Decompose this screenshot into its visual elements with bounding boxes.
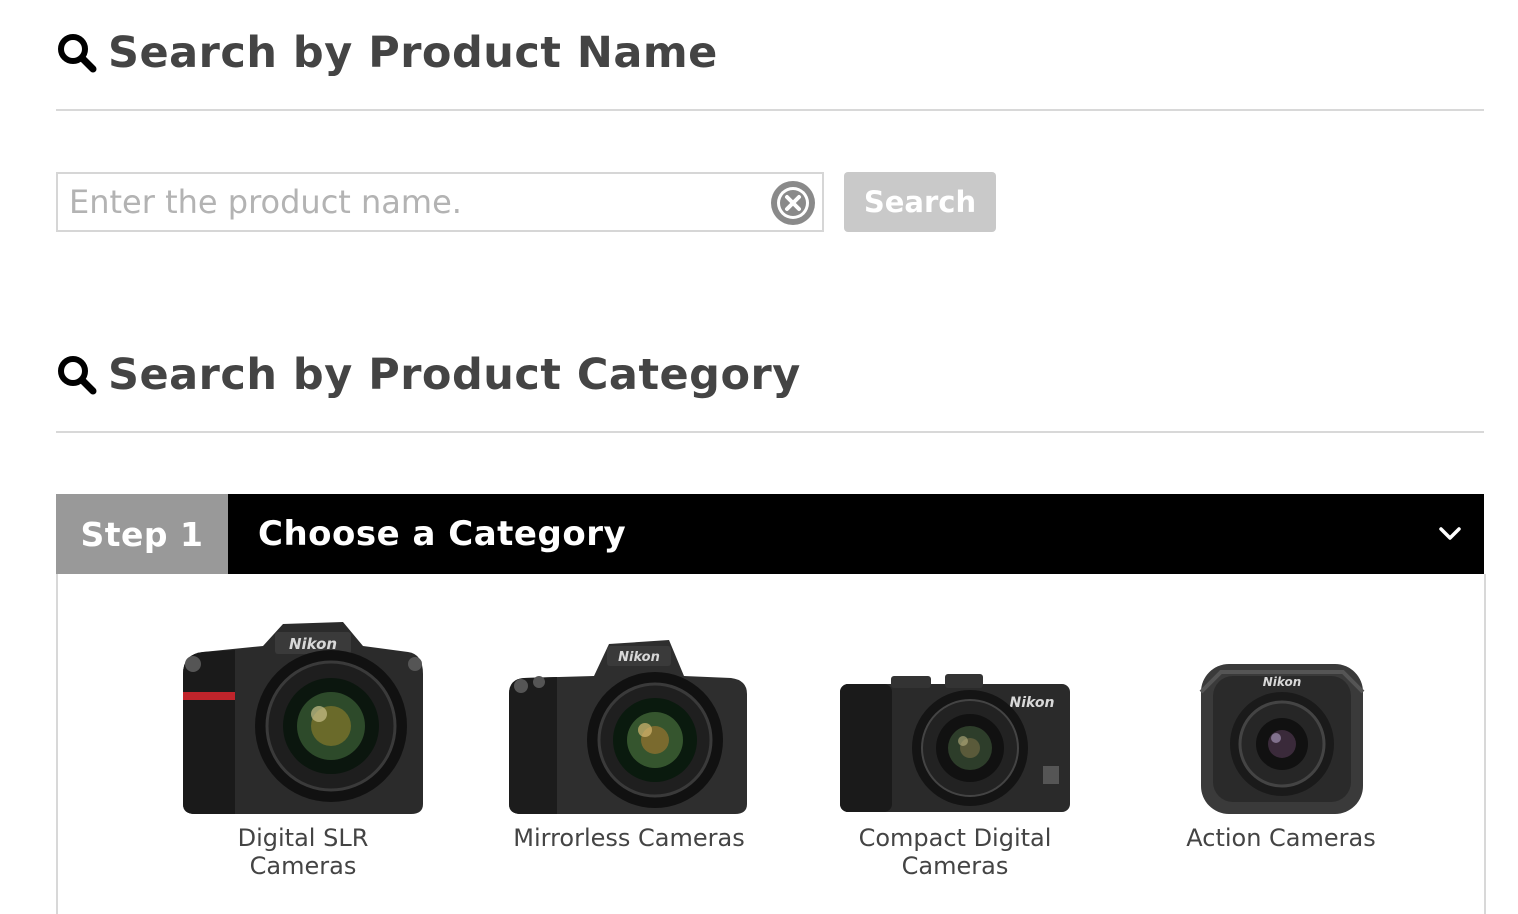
search-by-category-heading: Search by Product Category xyxy=(56,350,801,400)
category-label: Digital SLR Cameras xyxy=(237,824,369,880)
search-by-category-title: Search by Product Category xyxy=(108,350,801,400)
search-button[interactable]: Search xyxy=(844,172,996,232)
divider xyxy=(56,431,1484,433)
clear-input-button[interactable] xyxy=(771,181,815,225)
brand-logo-text: Nikon xyxy=(1010,695,1055,711)
divider xyxy=(56,109,1484,111)
step-title: Choose a Category xyxy=(258,514,627,554)
search-by-name-heading: Search by Product Name xyxy=(56,28,718,78)
mirrorless-camera-icon[interactable]: Nikon xyxy=(469,574,789,824)
magnifier-icon xyxy=(58,356,97,395)
category-action[interactable]: Nikon Action Cameras xyxy=(1121,574,1441,852)
brand-logo-text: Nikon xyxy=(1263,675,1302,689)
step-number-tag: Step 1 xyxy=(56,494,228,574)
step-1-category-accordion[interactable]: Step 1 Choose a Category xyxy=(56,494,1484,574)
category-label: Mirrorless Cameras xyxy=(513,824,745,852)
brand-logo-text: Nikon xyxy=(618,650,660,665)
clear-x-icon xyxy=(773,183,813,223)
product-name-search-box xyxy=(56,172,824,232)
compact-camera-icon[interactable]: Nikon xyxy=(795,574,1115,824)
category-compact-digital[interactable]: Nikon Compact Digital Cameras xyxy=(795,574,1115,880)
chevron-down-icon[interactable] xyxy=(1436,522,1464,546)
dslr-camera-icon[interactable]: Nikon xyxy=(143,574,463,824)
search-by-name-title: Search by Product Name xyxy=(108,28,718,78)
product-name-input[interactable] xyxy=(58,174,758,230)
category-panel: Nikon Digital SLR Cameras Nikon Mirrorle… xyxy=(56,574,1486,914)
category-digital-slr[interactable]: Nikon Digital SLR Cameras xyxy=(143,574,463,880)
magnifier-icon xyxy=(58,34,97,73)
action-camera-icon[interactable]: Nikon xyxy=(1121,574,1441,824)
product-search-page: Search by Product Name Search Search by … xyxy=(0,0,1518,914)
category-mirrorless[interactable]: Nikon Mirrorless Cameras xyxy=(469,574,789,852)
category-label: Compact Digital Cameras xyxy=(858,824,1052,880)
category-label: Action Cameras xyxy=(1186,824,1376,852)
